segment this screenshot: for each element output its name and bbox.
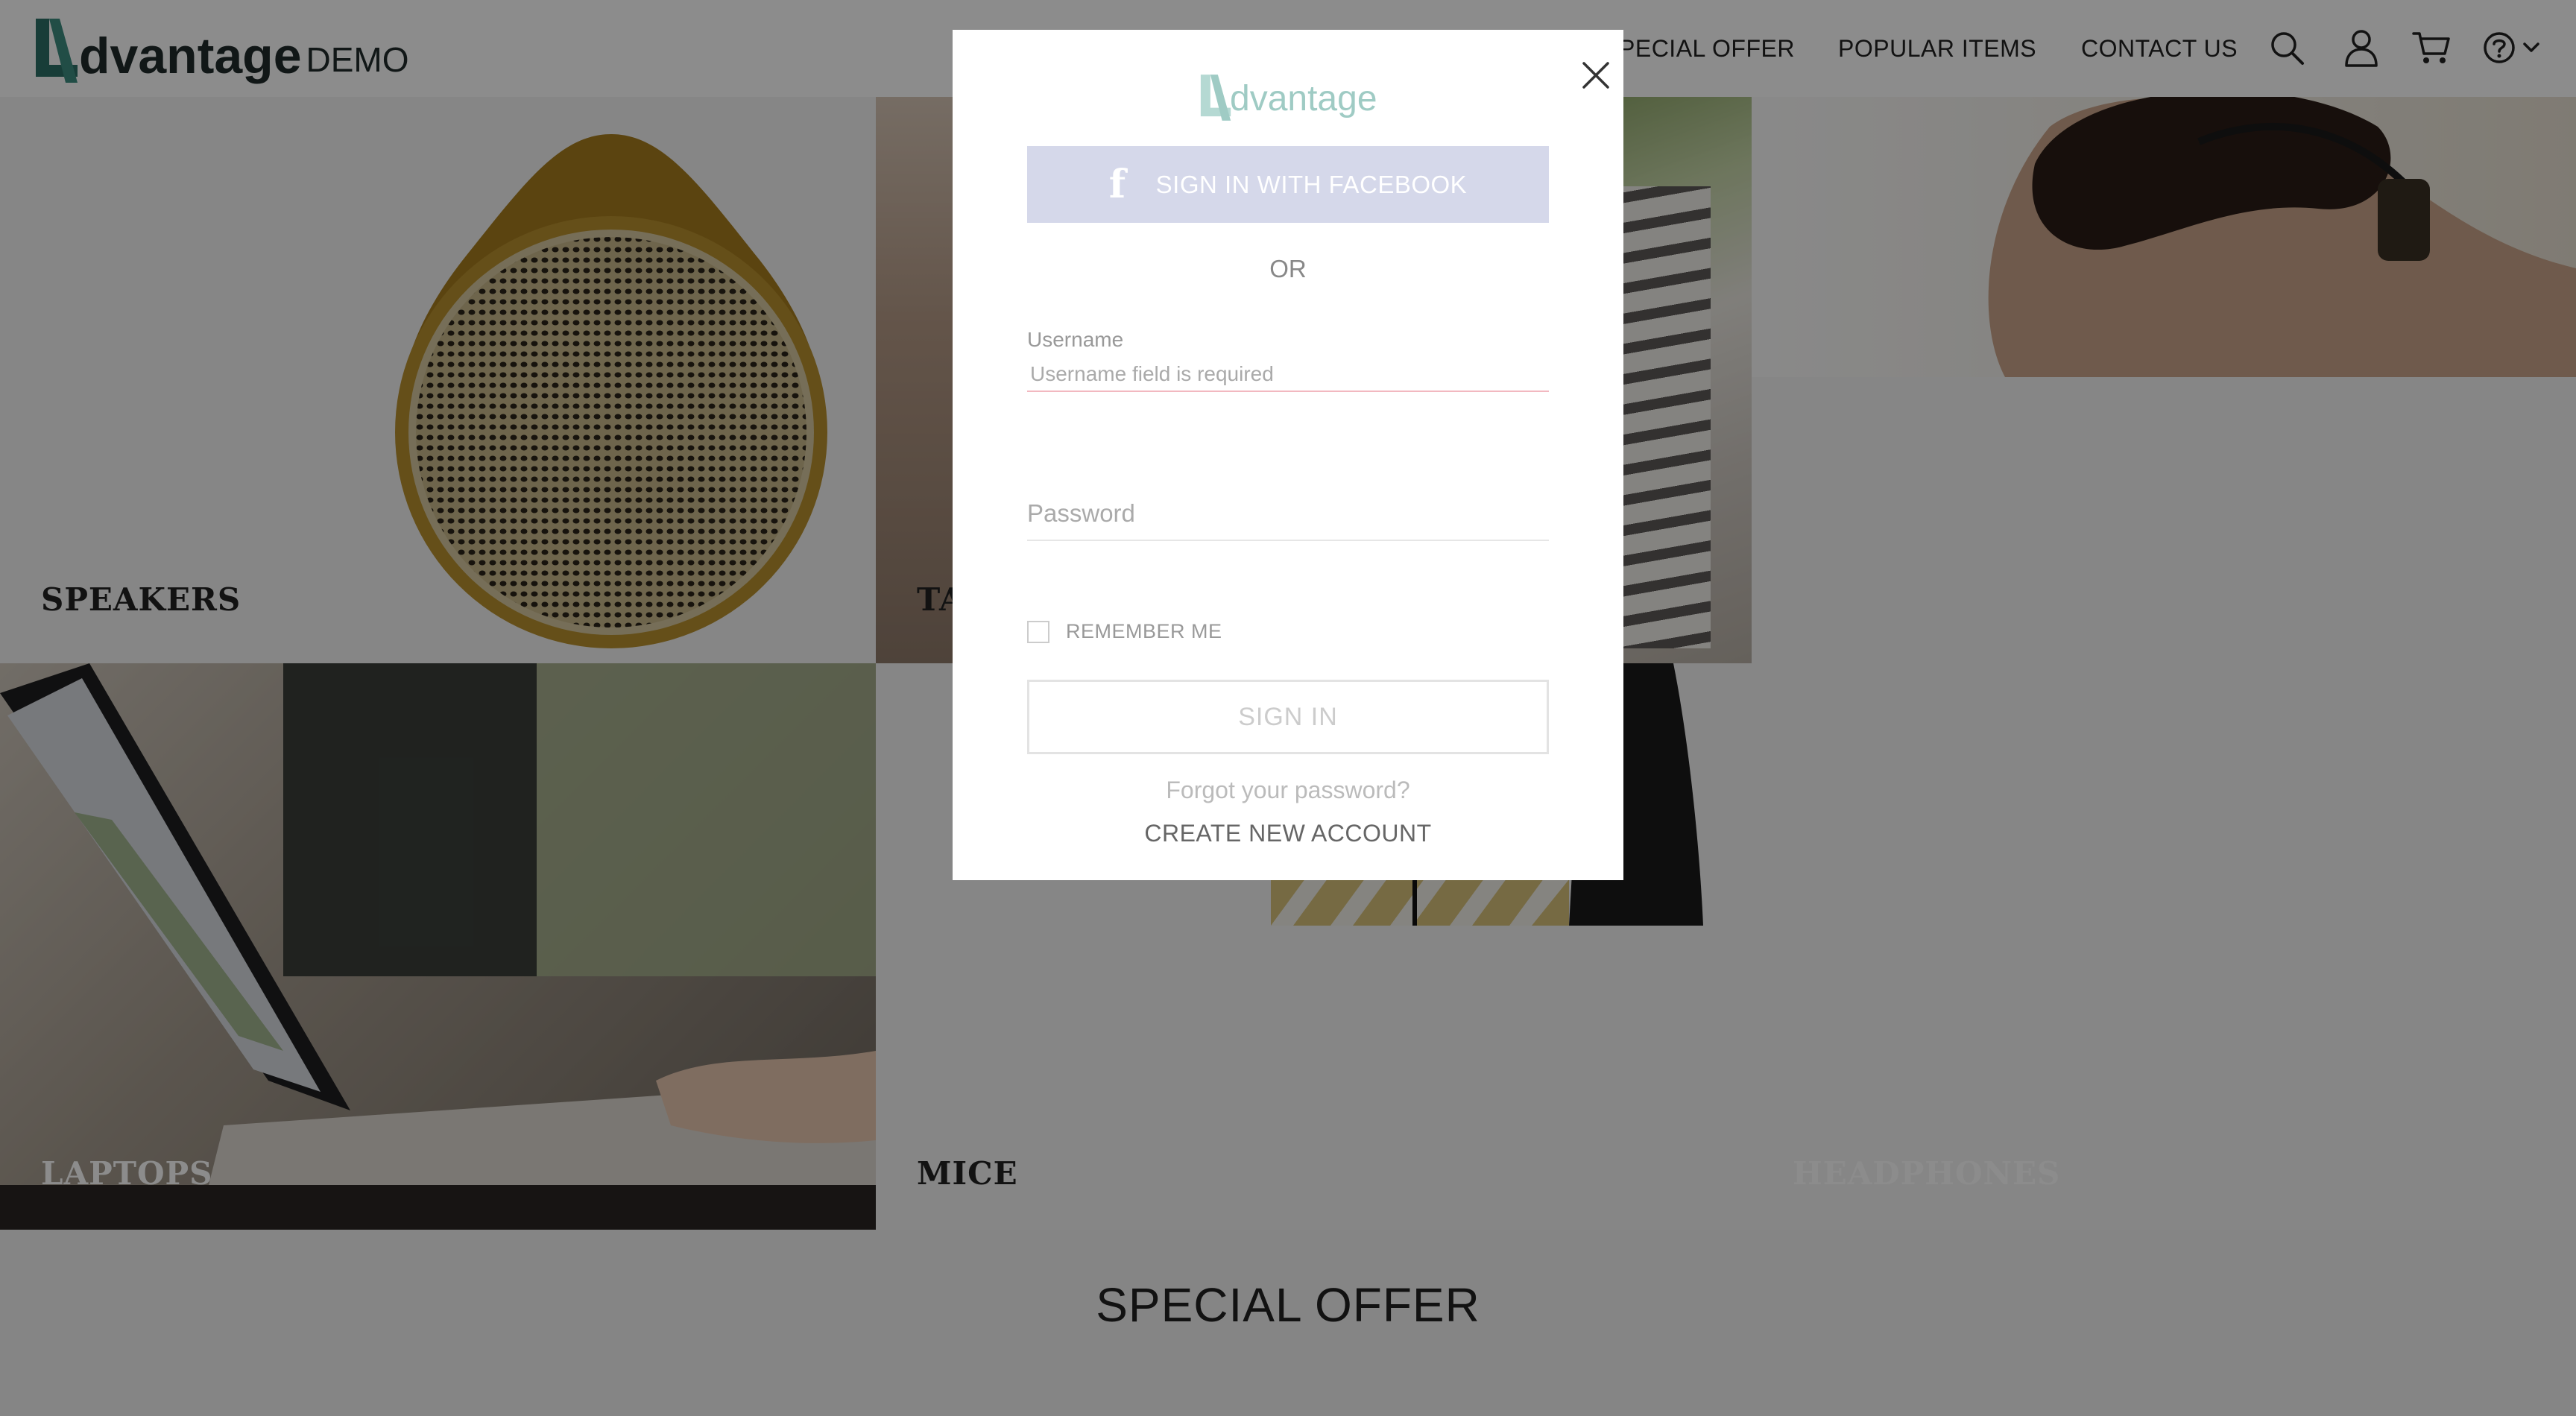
modal-logo-mark-icon (1200, 75, 1231, 121)
username-underline (1027, 391, 1549, 392)
facebook-signin-button[interactable]: f SIGN IN WITH FACEBOOK (1027, 146, 1549, 223)
remember-me-checkbox[interactable]: REMEMBER ME (1027, 620, 1222, 643)
or-divider-text: OR (1269, 255, 1307, 282)
create-account-link[interactable]: CREATE NEW ACCOUNT (953, 820, 1623, 847)
password-underline (1027, 540, 1549, 541)
facebook-signin-label: SIGN IN WITH FACEBOOK (1155, 170, 1468, 198)
sign-in-button[interactable]: SIGN IN (1027, 680, 1549, 754)
modal-logo-wordmark: dvantage (1230, 79, 1377, 118)
remember-me-label: REMEMBER ME (1066, 620, 1222, 642)
modal-logo: dvantage (1199, 63, 1377, 122)
facebook-icon: f (1108, 162, 1126, 207)
forgot-password-link[interactable]: Forgot your password? (953, 777, 1623, 804)
password-input[interactable]: Password (1027, 499, 1135, 528)
remember-me-box[interactable] (1027, 620, 1049, 643)
login-modal: dvantage f SIGN IN WITH FACEBOOK OR User… (953, 30, 1623, 880)
close-icon[interactable] (1568, 48, 1623, 103)
username-label: Username (1027, 328, 1124, 351)
username-error-text: Username field is required (1030, 362, 1274, 385)
